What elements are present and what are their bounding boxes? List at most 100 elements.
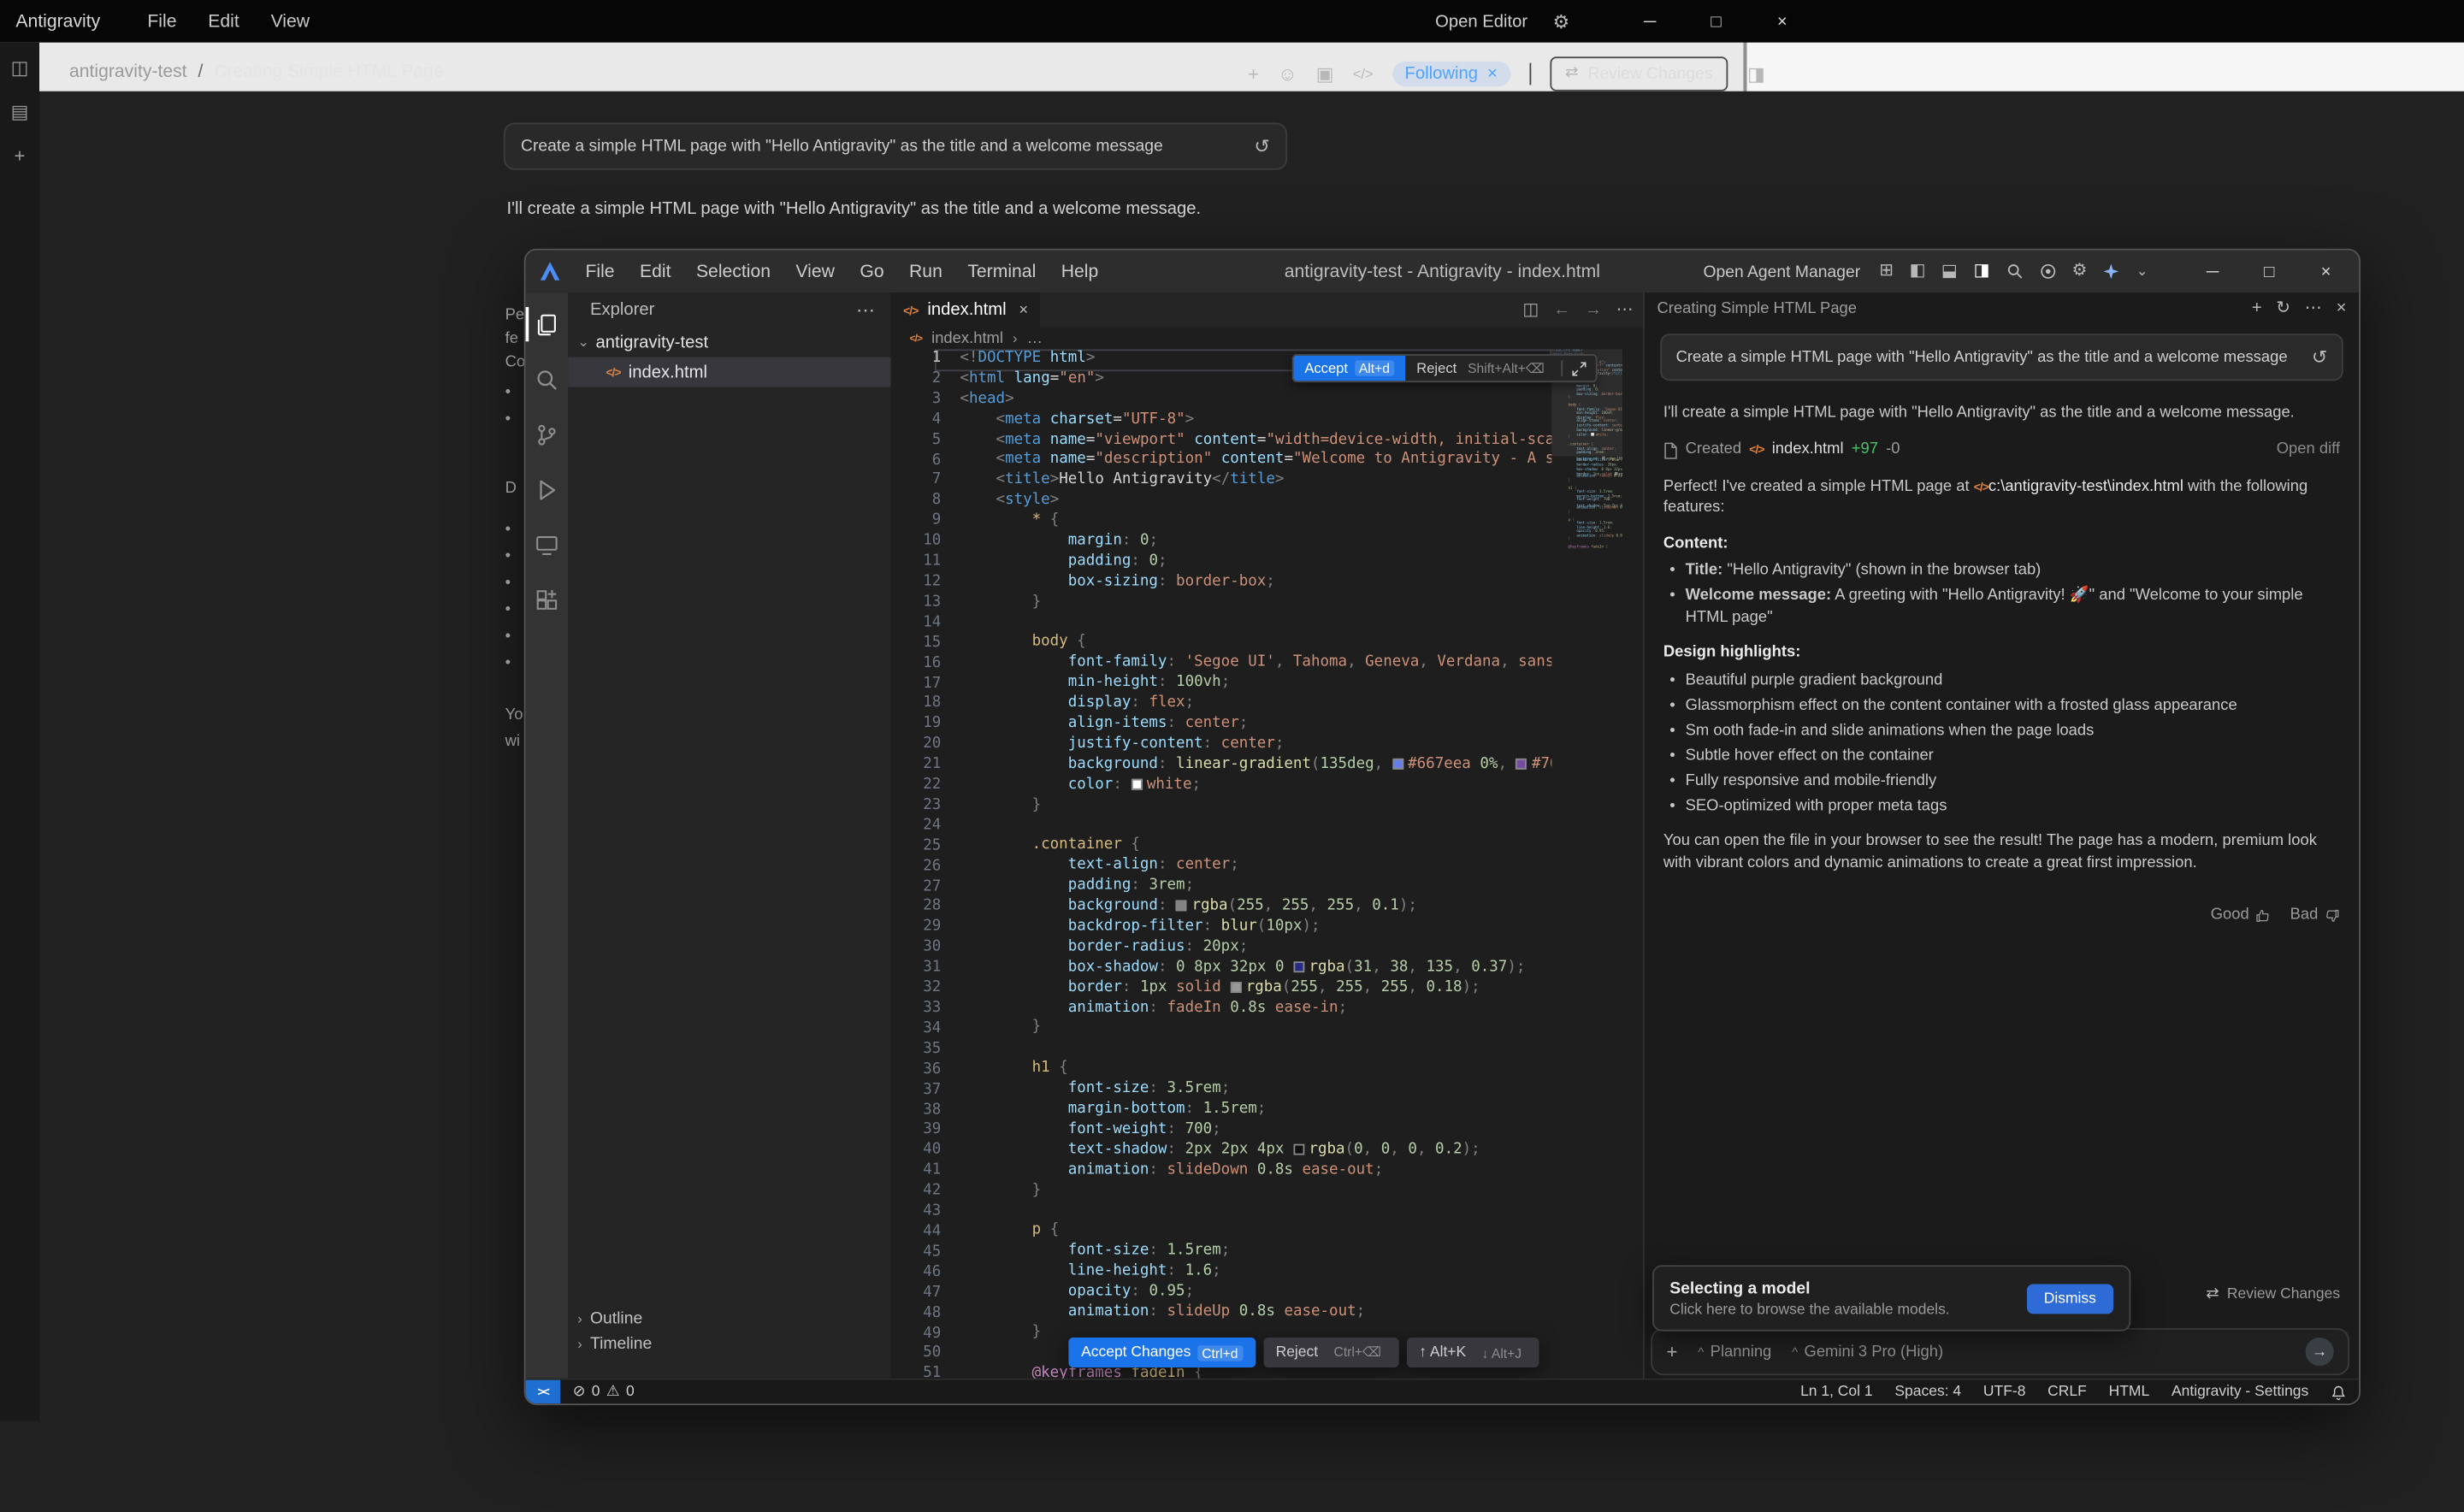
- reject-changes-button[interactable]: Reject Ctrl+⌫: [1263, 1338, 1398, 1367]
- panel-review-changes[interactable]: ⇄ Review Changes: [2206, 1285, 2340, 1302]
- review-changes-button[interactable]: ⇄ Review Changes: [1550, 56, 1728, 91]
- code-editor[interactable]: 1234567891011121314151617181920212223242…: [890, 349, 1643, 1378]
- open-editor-button[interactable]: Open Editor: [1435, 12, 1527, 31]
- layout-grid-icon[interactable]: ⊞: [1879, 263, 1894, 280]
- run-debug-icon[interactable]: [526, 472, 569, 506]
- status-item[interactable]: Spaces: 4: [1894, 1383, 1961, 1400]
- panel-left-icon[interactable]: ◧: [1910, 263, 1926, 280]
- open-agent-manager-button[interactable]: Open Agent Manager: [1703, 262, 1860, 281]
- menu-item[interactable]: Edit: [629, 259, 682, 284]
- screenshot-icon[interactable]: ▣: [1316, 64, 1334, 83]
- window-minimize-button[interactable]: ─: [2192, 262, 2233, 281]
- menu-item[interactable]: Help: [1050, 259, 1109, 284]
- history-icon[interactable]: ↻: [2276, 300, 2290, 317]
- nav-hints-chip[interactable]: ↑ Alt+K ↓ Alt+J: [1407, 1338, 1539, 1367]
- globe-icon[interactable]: [2039, 263, 2056, 280]
- undo-icon[interactable]: ↺: [1254, 137, 1270, 156]
- gemini-spark-icon[interactable]: [2103, 263, 2120, 280]
- file-created-row[interactable]: Created </> index.html +97 -0 Open diff: [1663, 438, 2340, 462]
- panel-prompt-card[interactable]: Create a simple HTML page with "Hello An…: [1660, 334, 2343, 381]
- accept-changes-button[interactable]: Accept Changes Ctrl+d: [1068, 1338, 1255, 1367]
- good-label: Good: [2211, 905, 2249, 926]
- tab-index-html[interactable]: </> index.html ×: [890, 292, 1040, 327]
- status-item[interactable]: HTML: [2109, 1383, 2150, 1400]
- toast-body[interactable]: Click here to browse the available model…: [1669, 1301, 2026, 1318]
- nav-back-icon[interactable]: ←: [1553, 301, 1570, 318]
- panel-bottom-icon[interactable]: ◧: [1941, 263, 1959, 280]
- menu-item[interactable]: Run: [898, 259, 954, 284]
- feedback-smiley-icon[interactable]: ☺: [1278, 64, 1297, 83]
- chevron-down-icon[interactable]: ⌄: [2136, 264, 2148, 279]
- accept-button[interactable]: Accept Alt+d: [1293, 356, 1405, 381]
- panel-more-icon[interactable]: ⋯: [2305, 300, 2322, 317]
- bad-feedback-button[interactable]: Bad: [2290, 905, 2341, 926]
- dismiss-button[interactable]: Dismiss: [2026, 1284, 2113, 1314]
- tab-close-icon[interactable]: ×: [1019, 301, 1028, 318]
- panel-right-icon[interactable]: ◨: [1747, 64, 1765, 83]
- send-button[interactable]: →: [2306, 1338, 2334, 1366]
- tree-file-row-selected[interactable]: </> index.html: [568, 357, 890, 387]
- nav-forward-icon[interactable]: →: [1585, 301, 1602, 318]
- open-diff-link[interactable]: Open diff: [2277, 440, 2340, 461]
- outline-section[interactable]: › Outline: [568, 1306, 890, 1331]
- list-item: SEO-optimized with proper meta tags: [1667, 795, 2341, 817]
- panel-right-toggle-icon[interactable]: ◨: [1974, 263, 1990, 280]
- explorer-more-icon[interactable]: ⋯: [856, 300, 875, 319]
- file-event-name[interactable]: index.html: [1772, 440, 1844, 461]
- attach-icon[interactable]: +: [1667, 1343, 1678, 1361]
- tree-folder-row[interactable]: ⌄ antigravity-test: [568, 328, 890, 357]
- composer-bar[interactable]: + ^ Planning ^ Gemini 3 Pro (High) →: [1651, 1328, 2349, 1375]
- panel-close-icon[interactable]: ×: [2337, 300, 2347, 317]
- search-icon[interactable]: [2006, 263, 2023, 280]
- window-maximize-button[interactable]: □: [2248, 262, 2290, 281]
- editor-more-icon[interactable]: ⋯: [1616, 301, 1634, 318]
- good-feedback-button[interactable]: Good: [2211, 905, 2272, 926]
- search-sidebar-icon[interactable]: [526, 362, 569, 396]
- user-prompt-card[interactable]: Create a simple HTML page with "Hello An…: [504, 123, 1287, 170]
- extensions-icon[interactable]: [526, 582, 569, 617]
- menu-item[interactable]: Terminal: [956, 259, 1047, 284]
- remote-explorer-icon[interactable]: [526, 527, 569, 561]
- following-close-icon[interactable]: ×: [1487, 64, 1498, 83]
- code-icon[interactable]: </>: [1353, 67, 1374, 81]
- editor-breadcrumbs[interactable]: </> index.html › …: [890, 328, 1643, 350]
- expand-icon[interactable]: [1562, 361, 1595, 375]
- gear-icon[interactable]: ⚙: [1553, 12, 1570, 31]
- file-path[interactable]: c:\antigravity-test\index.html: [1988, 477, 2183, 494]
- remote-indicator[interactable]: ><: [526, 1380, 560, 1404]
- maximize-button[interactable]: □: [1696, 12, 1737, 31]
- window-close-button[interactable]: ×: [2306, 262, 2347, 281]
- status-item[interactable]: Ln 1, Col 1: [1800, 1383, 1873, 1400]
- timeline-section[interactable]: › Timeline: [568, 1332, 890, 1356]
- problems-indicator[interactable]: ⊘ 0 ⚠ 0: [573, 1383, 635, 1400]
- source-control-icon[interactable]: [526, 417, 569, 452]
- minimap[interactable]: <!DOCTYPE html><html lang="en"><head> <m…: [1551, 349, 1622, 1378]
- undo-icon[interactable]: ↺: [2312, 348, 2328, 367]
- bell-icon[interactable]: [2331, 1384, 2346, 1399]
- explorer-icon[interactable]: [526, 307, 569, 341]
- status-item[interactable]: UTF-8: [1983, 1383, 2026, 1400]
- menu-item[interactable]: File: [575, 259, 626, 284]
- menu-item[interactable]: View: [785, 259, 846, 284]
- window-titlebar[interactable]: antigravity-test - Antigravity - index.h…: [526, 251, 2360, 293]
- deletions-badge: -0: [1886, 440, 1900, 461]
- split-editor-icon[interactable]: ◫: [1522, 301, 1539, 318]
- minimize-button[interactable]: ─: [1629, 12, 1670, 31]
- following-chip[interactable]: Following ×: [1392, 62, 1510, 86]
- menu-item[interactable]: Go: [848, 259, 895, 284]
- breadcrumb-file[interactable]: index.html: [931, 329, 1003, 346]
- planning-selector[interactable]: ^ Planning: [1698, 1343, 1771, 1360]
- menu-item[interactable]: Selection: [685, 259, 782, 284]
- folder-name: antigravity-test: [596, 333, 709, 351]
- reject-button[interactable]: Reject Shift+Alt+⌫: [1405, 359, 1560, 376]
- status-item[interactable]: Antigravity - Settings: [2172, 1383, 2308, 1400]
- close-button[interactable]: ×: [1762, 12, 1803, 31]
- add-icon[interactable]: +: [1248, 64, 1259, 83]
- status-item[interactable]: CRLF: [2047, 1383, 2087, 1400]
- code-lines[interactable]: <!DOCTYPE html><html lang="en"><head> <m…: [960, 349, 1551, 1378]
- color-swatch: [1176, 901, 1187, 912]
- settings-gear-icon[interactable]: ⚙: [2072, 263, 2088, 280]
- new-chat-icon[interactable]: +: [2252, 300, 2262, 317]
- model-selector[interactable]: ^ Gemini 3 Pro (High): [1792, 1343, 1943, 1360]
- breadcrumb-more[interactable]: …: [1027, 329, 1043, 346]
